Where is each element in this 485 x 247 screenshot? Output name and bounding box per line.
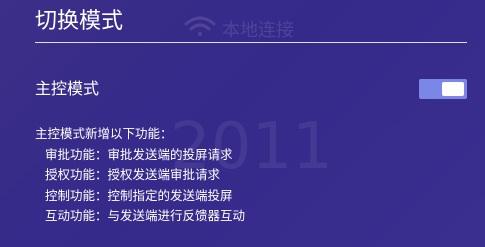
description-heading: 主控模式新增以下功能： (35, 126, 173, 141)
feature-item-approve: 审批功能：审批发送端的投屏请求 (45, 146, 233, 162)
toggle-knob (442, 82, 464, 96)
master-mode-toggle[interactable] (419, 79, 467, 99)
feature-item-control: 控制功能：控制指定的发送端投屏 (45, 187, 233, 203)
master-mode-row: 主控模式 (35, 76, 467, 102)
connection-status-text: 本地连接 (222, 20, 294, 41)
feature-list: 审批功能：审批发送端的投屏请求 授权功能：授权发送端审批请求 控制功能：控制指定… (35, 145, 245, 227)
feature-description: 主控模式新增以下功能： 审批功能：审批发送端的投屏请求 授权功能：授权发送端审批… (35, 124, 245, 227)
master-mode-label: 主控模式 (35, 79, 100, 98)
feature-item-interact: 互动功能：与发送端进行反馈器互动 (45, 208, 246, 223)
title-divider (35, 42, 467, 43)
wifi-icon (184, 16, 216, 36)
feature-item-authorize: 授权功能：授权发送端审批请求 (45, 167, 221, 182)
page-title: 切换模式 (35, 9, 124, 34)
